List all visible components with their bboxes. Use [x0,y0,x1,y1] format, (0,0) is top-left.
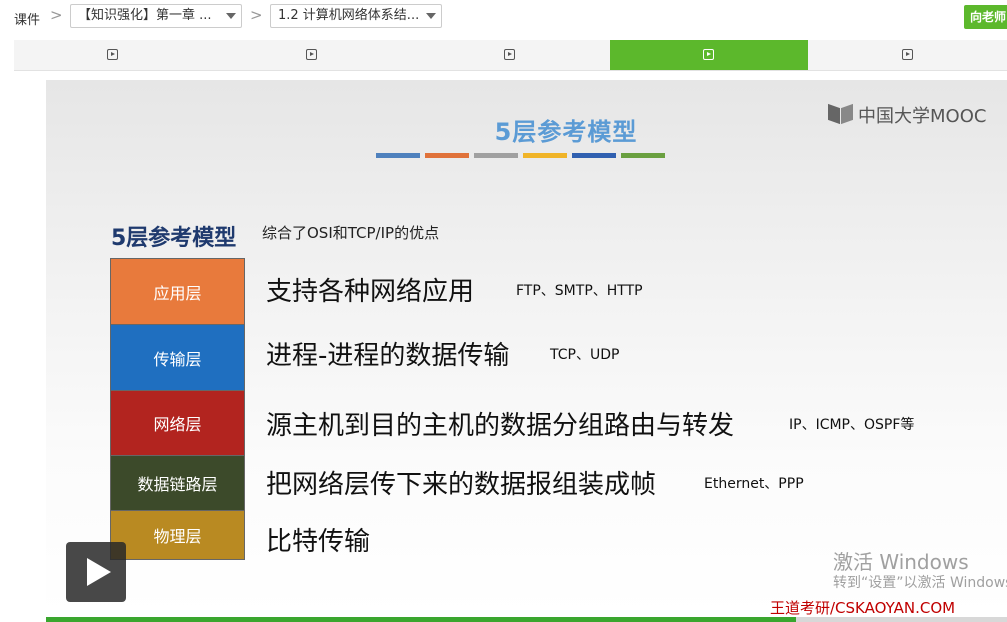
mooc-book-icon [828,104,854,126]
windows-activation-subtitle: 转到“设置”以激活 Windows。 [833,575,1007,591]
video-play-icon [305,49,317,60]
video-play-icon [703,49,715,60]
mooc-logo: 中国大学MOOC [828,100,986,130]
underline-bar [474,153,518,158]
video-play-icon [107,49,119,60]
video-player[interactable]: 5层参考模型 中国大学MOOC 5层参考模型 综合了OSI和TCP/IP的优点 … [46,80,1007,622]
layer-name: 应用层 [153,283,202,303]
unit-tabs [14,40,1007,71]
layer-box-network: 网络层 [110,390,245,456]
layer-box-application: 应用层 [110,258,245,325]
underline-bar [523,153,567,158]
layer-description: 把网络层传下来的数据报组装成帧 [266,470,657,500]
title-underline-bars [376,153,665,158]
layer-protocols: IP、ICMP、OSPF等 [789,417,915,433]
play-icon[interactable] [66,542,126,602]
layer-description: 源主机到目的主机的数据分组路由与转发 [266,411,735,441]
video-play-icon [901,49,913,60]
model-heading: 5层参考模型 [111,226,237,251]
layer-name: 数据链路层 [137,475,218,494]
chapter-select[interactable]: 【知识强化】第一章 ... [70,4,242,28]
watermark-text: 王道考研/CSKAOYAN.COM [770,599,956,617]
layer-description: 支持各种网络应用 [266,277,475,307]
underline-bar [572,153,616,158]
mooc-logo-text: 中国大学MOOC [858,106,987,127]
windows-activation-title: 激活 Windows [833,550,969,574]
caret-down-icon [426,13,436,19]
video-progress-bar[interactable] [46,617,1007,622]
layer-protocols: TCP、UDP [550,347,620,363]
chevron-right-icon: > [50,6,63,24]
model-subheading: 综合了OSI和TCP/IP的优点 [262,224,440,242]
unit-tab-2[interactable] [213,40,412,70]
layer-box-datalink: 数据链路层 [110,455,245,511]
unit-tab-4-active[interactable] [609,40,809,70]
underline-bar [621,153,665,158]
unit-tab-1[interactable] [14,40,213,70]
chevron-right-icon: > [250,6,263,24]
lesson-select-value: 1.2 计算机网络体系结... [278,8,420,23]
lesson-select[interactable]: 1.2 计算机网络体系结... [270,4,442,28]
breadcrumb-bar: 课件 > 【知识强化】第一章 ... > 1.2 计算机网络体系结... 向老师 [0,0,1007,36]
unit-tab-3[interactable] [411,40,610,70]
underline-bar [425,153,469,158]
lecture-slide: 5层参考模型 中国大学MOOC 5层参考模型 综合了OSI和TCP/IP的优点 … [46,80,1007,617]
caret-down-icon [226,13,236,19]
layer-name: 网络层 [153,415,202,434]
breadcrumb-root[interactable]: 课件 [14,9,40,28]
layer-name: 物理层 [153,527,202,546]
video-play-icon [504,49,516,60]
layer-box-transport: 传输层 [110,324,245,391]
layer-protocols: Ethernet、PPP [704,476,804,492]
underline-bar [376,153,420,158]
unit-tab-5[interactable] [808,40,1007,70]
chapter-select-value: 【知识强化】第一章 ... [78,8,212,23]
ask-teacher-button[interactable]: 向老师 [964,5,1007,29]
layer-box-physical: 物理层 [110,510,245,560]
layer-name: 传输层 [153,349,202,369]
layer-description: 比特传输 [266,527,371,557]
video-progress-fill [46,617,796,622]
layer-description: 进程-进程的数据传输 [266,341,510,371]
layer-protocols: FTP、SMTP、HTTP [516,283,643,299]
